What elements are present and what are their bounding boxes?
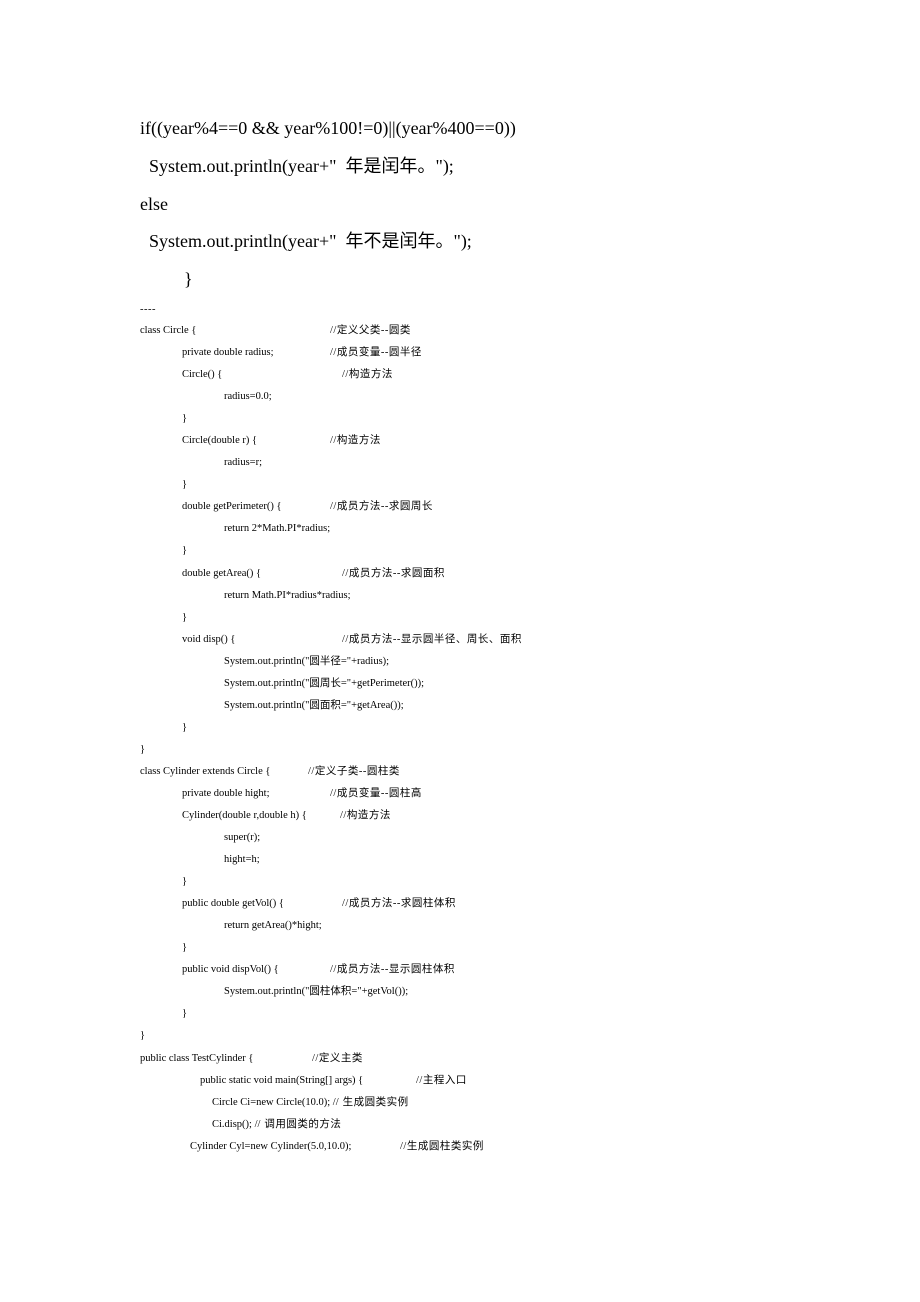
code-line: void disp() {//成员方法--显示圆半径、周长、面积 [182,629,780,651]
code-line: System.out.println(year+" 年不是闰年。"); [140,223,780,261]
code-line: Cylinder Cyl=new Cylinder(5.0,10.0);//生成… [190,1136,780,1158]
document-page: if((year%4==0 && year%100!=0)||(year%400… [0,0,920,1258]
code-line: } [182,408,780,430]
code-line: } [184,261,780,299]
code-line: double getArea() {//成员方法--求圆面积 [182,563,780,585]
code-line: radius=r; [224,452,780,474]
small-code-block: class Circle {//定义父类--圆类 private double … [140,320,780,1158]
code-line: return getArea()*hight; [224,915,780,937]
code-line: Circle(double r) {//构造方法 [182,430,780,452]
code-line: } [182,871,780,893]
code-line: Circle() {//构造方法 [182,364,780,386]
code-line: private double hight;//成员变量--圆柱高 [182,783,780,805]
code-line: System.out.println(year+" 年是闰年。"); [140,148,780,186]
code-line: } [182,607,780,629]
code-line: public static void main(String[] args) {… [200,1070,780,1092]
code-line: System.out.println("圆半径="+radius); [224,651,780,673]
code-line: return Math.PI*radius*radius; [224,585,780,607]
code-line: Cylinder(double r,double h) {//构造方法 [182,805,780,827]
code-line: public double getVol() {//成员方法--求圆柱体积 [182,893,780,915]
code-line: if((year%4==0 && year%100!=0)||(year%400… [140,110,780,148]
code-line: } [140,739,780,761]
code-line: public class TestCylinder {//定义主类 [140,1048,780,1070]
code-line: System.out.println("圆柱体积="+getVol()); [224,981,780,1003]
code-line: public void dispVol() {//成员方法--显示圆柱体积 [182,959,780,981]
code-line: } [182,717,780,739]
code-line: double getPerimeter() {//成员方法--求圆周长 [182,496,780,518]
code-line: class Cylinder extends Circle {//定义子类--圆… [140,761,780,783]
code-line: } [182,937,780,959]
large-code-block: if((year%4==0 && year%100!=0)||(year%400… [140,110,780,299]
code-line: radius=0.0; [224,386,780,408]
code-line: return 2*Math.PI*radius; [224,518,780,540]
code-line: hight=h; [224,849,780,871]
code-line: } [182,474,780,496]
code-line: class Circle {//定义父类--圆类 [140,320,780,342]
code-line: else [140,186,780,224]
code-line: Ci.disp(); //调用圆类的方法 [212,1114,780,1136]
code-line: System.out.println("圆面积="+getArea()); [224,695,780,717]
code-line: } [182,540,780,562]
code-line: } [140,1025,780,1047]
separator-dashes: ---- [140,299,780,320]
code-line: System.out.println("圆周长="+getPerimeter()… [224,673,780,695]
code-line: private double radius;//成员变量--圆半径 [182,342,780,364]
code-line: } [182,1003,780,1025]
code-line: super(r); [224,827,780,849]
code-line: Circle Ci=new Circle(10.0); //生成圆类实例 [212,1092,780,1114]
